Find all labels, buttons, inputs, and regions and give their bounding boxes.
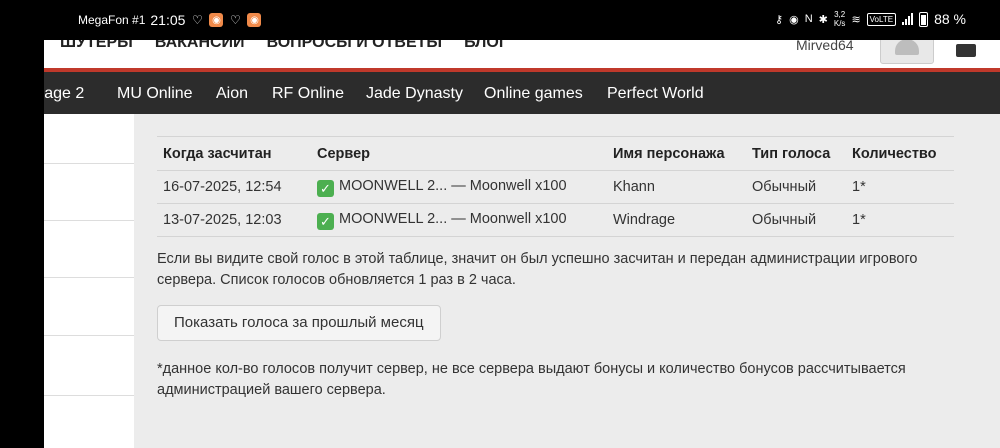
- column-header-count: Количество: [846, 136, 954, 171]
- vote-server-name: MOONWELL 2... — Moonwell x100: [339, 177, 567, 194]
- browser-viewport: ШУТЕРЫ ВАКАНСИИ ВОПРОСЫ И ОТВЕТЫ БЛОГ Mi…: [44, 40, 1000, 448]
- volte-badge: VoLTE: [866, 12, 897, 26]
- game-nav-online-games[interactable]: Online games: [484, 85, 583, 103]
- vote-count: 1*: [846, 170, 954, 204]
- column-header-when: Когда засчитан: [157, 136, 311, 171]
- table-row: 16-07-2025, 12:54 ✓ MOONWELL 2... — Moonw…: [157, 170, 954, 204]
- sidebar: [44, 114, 134, 448]
- carrier-label: MegaFon #1: [78, 13, 146, 27]
- column-header-server: Сервер: [311, 136, 607, 171]
- vote-server-name: MOONWELL 2... — Moonwell x100: [339, 210, 567, 227]
- key-icon: ⚷: [775, 13, 784, 26]
- status-bar: MegaFon #1 21:05 ♡ ◉ ♡ ◉ ⚷ ◉ N ✱ 3,2 K/s…: [0, 0, 1000, 40]
- mail-icon[interactable]: [956, 44, 976, 57]
- check-icon: ✓: [317, 212, 334, 230]
- game-nav-jade-dynasty[interactable]: Jade Dynasty: [366, 85, 463, 103]
- app-notification-icon: ◉: [209, 13, 224, 27]
- eye-icon: ◉: [789, 13, 799, 26]
- game-nav-aion[interactable]: Aion: [216, 85, 248, 103]
- nav-link-vacancies[interactable]: ВАКАНСИИ: [155, 40, 245, 52]
- network-speed-unit: K/s: [833, 19, 846, 28]
- vote-count: 1*: [846, 203, 954, 237]
- game-nav-lineage2[interactable]: Lineage 2: [44, 85, 84, 103]
- sidebar-row[interactable]: [44, 164, 134, 221]
- sidebar-row[interactable]: [44, 278, 134, 336]
- network-speed: 3,2 K/s: [834, 10, 846, 28]
- nav-link-faq[interactable]: ВОПРОСЫ И ОТВЕТЫ: [267, 40, 443, 52]
- vote-date: 16-07-2025, 12:54: [157, 170, 311, 204]
- game-nav-mu-online[interactable]: MU Online: [117, 85, 193, 103]
- votes-content: Когда засчитан Сервер Имя персонажа Тип …: [157, 136, 954, 401]
- table-header-row: Когда засчитан Сервер Имя персонажа Тип …: [157, 136, 954, 171]
- vote-type: Обычный: [746, 203, 846, 237]
- column-header-vote-type: Тип голоса: [746, 136, 846, 171]
- sidebar-row[interactable]: [44, 336, 134, 396]
- votes-info-text: Если вы видите свой голос в этой таблице…: [157, 251, 918, 288]
- wifi-icon: ≋: [851, 13, 861, 26]
- battery-percent: 88 %: [934, 11, 966, 27]
- network-speed-value: 3,2: [834, 10, 846, 19]
- nav-link-blog[interactable]: БЛОГ: [464, 40, 508, 52]
- game-navigation: Lineage 2 MU Online Aion RF Online Jade …: [44, 72, 1000, 114]
- game-nav-rf-online[interactable]: RF Online: [272, 85, 344, 103]
- app-notification-icon-2: ◉: [247, 13, 262, 27]
- username-link[interactable]: Mirved64: [796, 40, 854, 53]
- sidebar-row[interactable]: [44, 114, 134, 164]
- votes-table: Когда засчитан Сервер Имя персонажа Тип …: [157, 136, 954, 237]
- column-header-character: Имя персонажа: [607, 136, 746, 171]
- bluetooth-icon: ✱: [818, 13, 828, 26]
- top-navigation: ШУТЕРЫ ВАКАНСИИ ВОПРОСЫ И ОТВЕТЫ БЛОГ Mi…: [44, 40, 1000, 68]
- heart-app-icon-2: ♡: [230, 13, 241, 27]
- table-row: 13-07-2025, 12:03 ✓ MOONWELL 2... — Moonw…: [157, 203, 954, 237]
- sidebar-row[interactable]: [44, 221, 134, 278]
- vote-character: Khann: [607, 170, 746, 204]
- clock: 21:05: [150, 12, 186, 28]
- heart-app-icon: ♡: [192, 13, 203, 27]
- vote-server: ✓ MOONWELL 2... — Moonwell x100: [311, 203, 607, 237]
- nfc-icon: N: [804, 13, 813, 25]
- vote-character: Windrage: [607, 203, 746, 237]
- nav-link-shooters[interactable]: ШУТЕРЫ: [60, 40, 133, 52]
- votes-footnote: *данное кол-во голосов получит сервер, н…: [157, 361, 906, 398]
- vote-date: 13-07-2025, 12:03: [157, 203, 311, 237]
- check-icon: ✓: [317, 179, 334, 197]
- game-nav-perfect-world[interactable]: Perfect World: [607, 85, 704, 103]
- avatar[interactable]: [880, 40, 934, 64]
- vote-type: Обычный: [746, 170, 846, 204]
- show-previous-month-button[interactable]: Показать голоса за прошлый месяц: [157, 305, 441, 341]
- battery-icon: [919, 11, 929, 27]
- vote-server: ✓ MOONWELL 2... — Moonwell x100: [311, 170, 607, 204]
- signal-icon: [902, 13, 914, 25]
